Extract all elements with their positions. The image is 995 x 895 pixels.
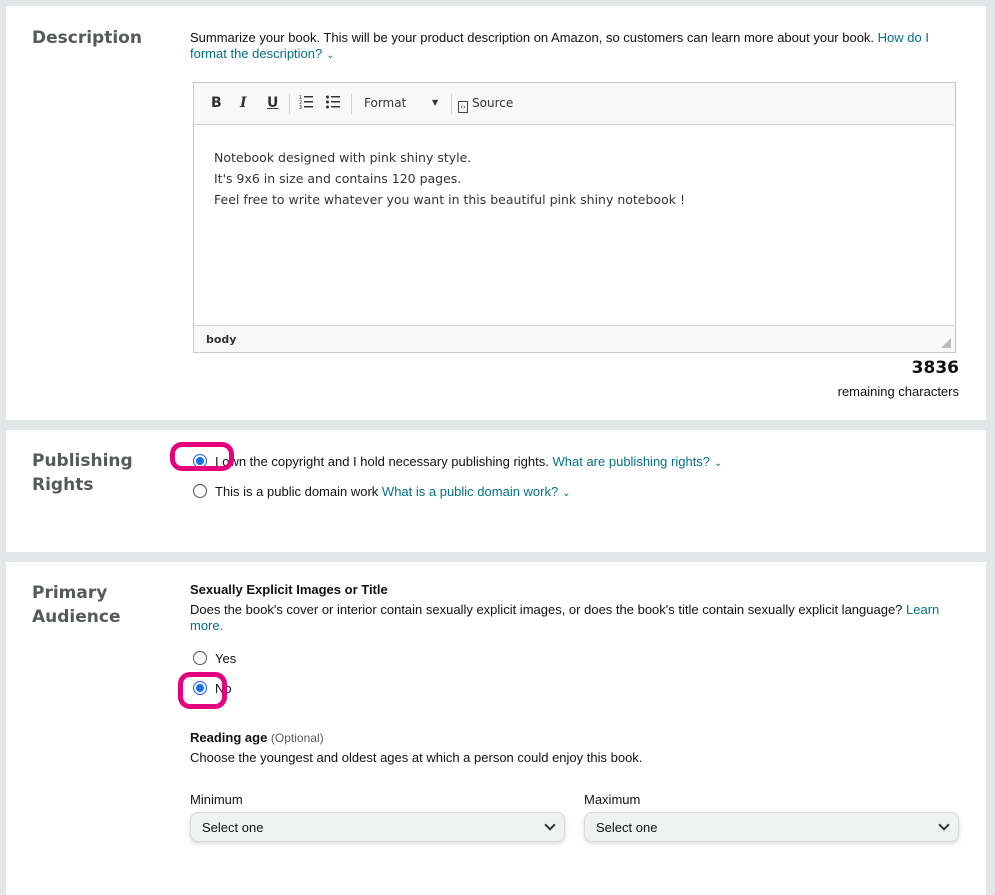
remaining-count: 3836 xyxy=(911,358,959,378)
explicit-heading: Sexually Explicit Images or Title xyxy=(190,582,388,597)
format-dropdown[interactable]: Format ▼ xyxy=(364,96,438,110)
minimum-age-select[interactable]: Select one xyxy=(190,812,565,842)
description-helper: Summarize your book. This will be your p… xyxy=(190,30,960,64)
source-button[interactable]: ‹› Source xyxy=(458,96,513,113)
publishing-rights-title: Publishing Rights xyxy=(32,451,133,495)
editor-element-path: body xyxy=(194,325,955,352)
publishing-rights-section: Publishing Rights I own the copyright an… xyxy=(6,430,986,552)
explicit-yes-label[interactable]: Yes xyxy=(215,651,236,667)
publishing-rights-link[interactable]: What are publishing rights? xyxy=(553,454,711,469)
public-domain-radio[interactable] xyxy=(193,484,207,498)
editor-line: Notebook designed with pink shiny style. xyxy=(214,150,472,165)
toolbar-divider xyxy=(351,94,352,114)
resize-handle-icon[interactable] xyxy=(941,338,951,348)
own-copyright-option[interactable]: I own the copyright and I hold necessary… xyxy=(215,454,722,472)
editor-content-area[interactable]: Notebook designed with pink shiny style.… xyxy=(194,125,955,325)
bulleted-list-icon[interactable] xyxy=(326,93,340,113)
toolbar-divider xyxy=(289,94,290,114)
source-icon: ‹› xyxy=(458,101,468,113)
editor-line: Feel free to write whatever you want in … xyxy=(214,192,685,207)
toolbar-divider xyxy=(451,94,452,114)
chevron-down-icon xyxy=(544,819,556,831)
highlight-annotation xyxy=(178,672,227,709)
remaining-label: remaining characters xyxy=(837,384,959,399)
element-path-body[interactable]: body xyxy=(206,333,236,346)
chevron-down-icon: ⌄ xyxy=(562,488,571,499)
maximum-age-select[interactable]: Select one xyxy=(584,812,959,842)
reading-age-label: Reading age xyxy=(190,730,268,745)
editor-line: It's 9x6 in size and contains 120 pages. xyxy=(214,171,462,186)
minimum-age-value: Select one xyxy=(202,820,264,835)
maximum-label: Maximum xyxy=(584,792,641,807)
own-copyright-label: I own the copyright and I hold necessary… xyxy=(215,454,549,469)
description-section: Description Summarize your book. This wi… xyxy=(6,6,986,420)
underline-button[interactable]: U xyxy=(267,95,278,111)
description-helper-text: Summarize your book. This will be your p… xyxy=(190,30,875,45)
editor-toolbar: B I U 123 Format ▼ ‹› Source xyxy=(194,83,955,125)
chevron-down-icon xyxy=(938,819,950,831)
reading-age-help: Choose the youngest and oldest ages at w… xyxy=(190,750,643,765)
description-title: Description xyxy=(32,28,142,48)
explicit-question-text: Does the book's cover or interior contai… xyxy=(190,602,903,617)
public-domain-link[interactable]: What is a public domain work? xyxy=(382,484,558,499)
primary-audience-title: Primary Audience xyxy=(32,583,121,627)
italic-button[interactable]: I xyxy=(240,95,247,111)
caret-down-icon: ▼ xyxy=(432,98,439,107)
public-domain-option[interactable]: This is a public domain work What is a p… xyxy=(215,484,571,502)
chevron-down-icon: ⌄ xyxy=(326,50,335,61)
highlight-annotation xyxy=(170,442,234,471)
bold-button[interactable]: B xyxy=(211,95,222,111)
reading-age-heading: Reading age (Optional) xyxy=(190,730,324,746)
explicit-question: Does the book's cover or interior contai… xyxy=(190,602,965,634)
numbered-list-icon[interactable]: 123 xyxy=(299,93,313,113)
source-label: Source xyxy=(472,96,514,110)
public-domain-label: This is a public domain work xyxy=(215,484,379,499)
explicit-yes-radio[interactable] xyxy=(193,651,207,665)
primary-audience-section: Primary Audience Sexually Explicit Image… xyxy=(6,562,986,895)
chevron-down-icon: ⌄ xyxy=(714,458,723,469)
reading-age-optional: (Optional) xyxy=(270,731,324,745)
minimum-label: Minimum xyxy=(190,792,243,807)
description-editor: B I U 123 Format ▼ ‹› Source Notebook des… xyxy=(193,82,956,353)
svg-text:3: 3 xyxy=(299,105,302,109)
maximum-age-value: Select one xyxy=(596,820,658,835)
format-label: Format xyxy=(364,96,407,110)
